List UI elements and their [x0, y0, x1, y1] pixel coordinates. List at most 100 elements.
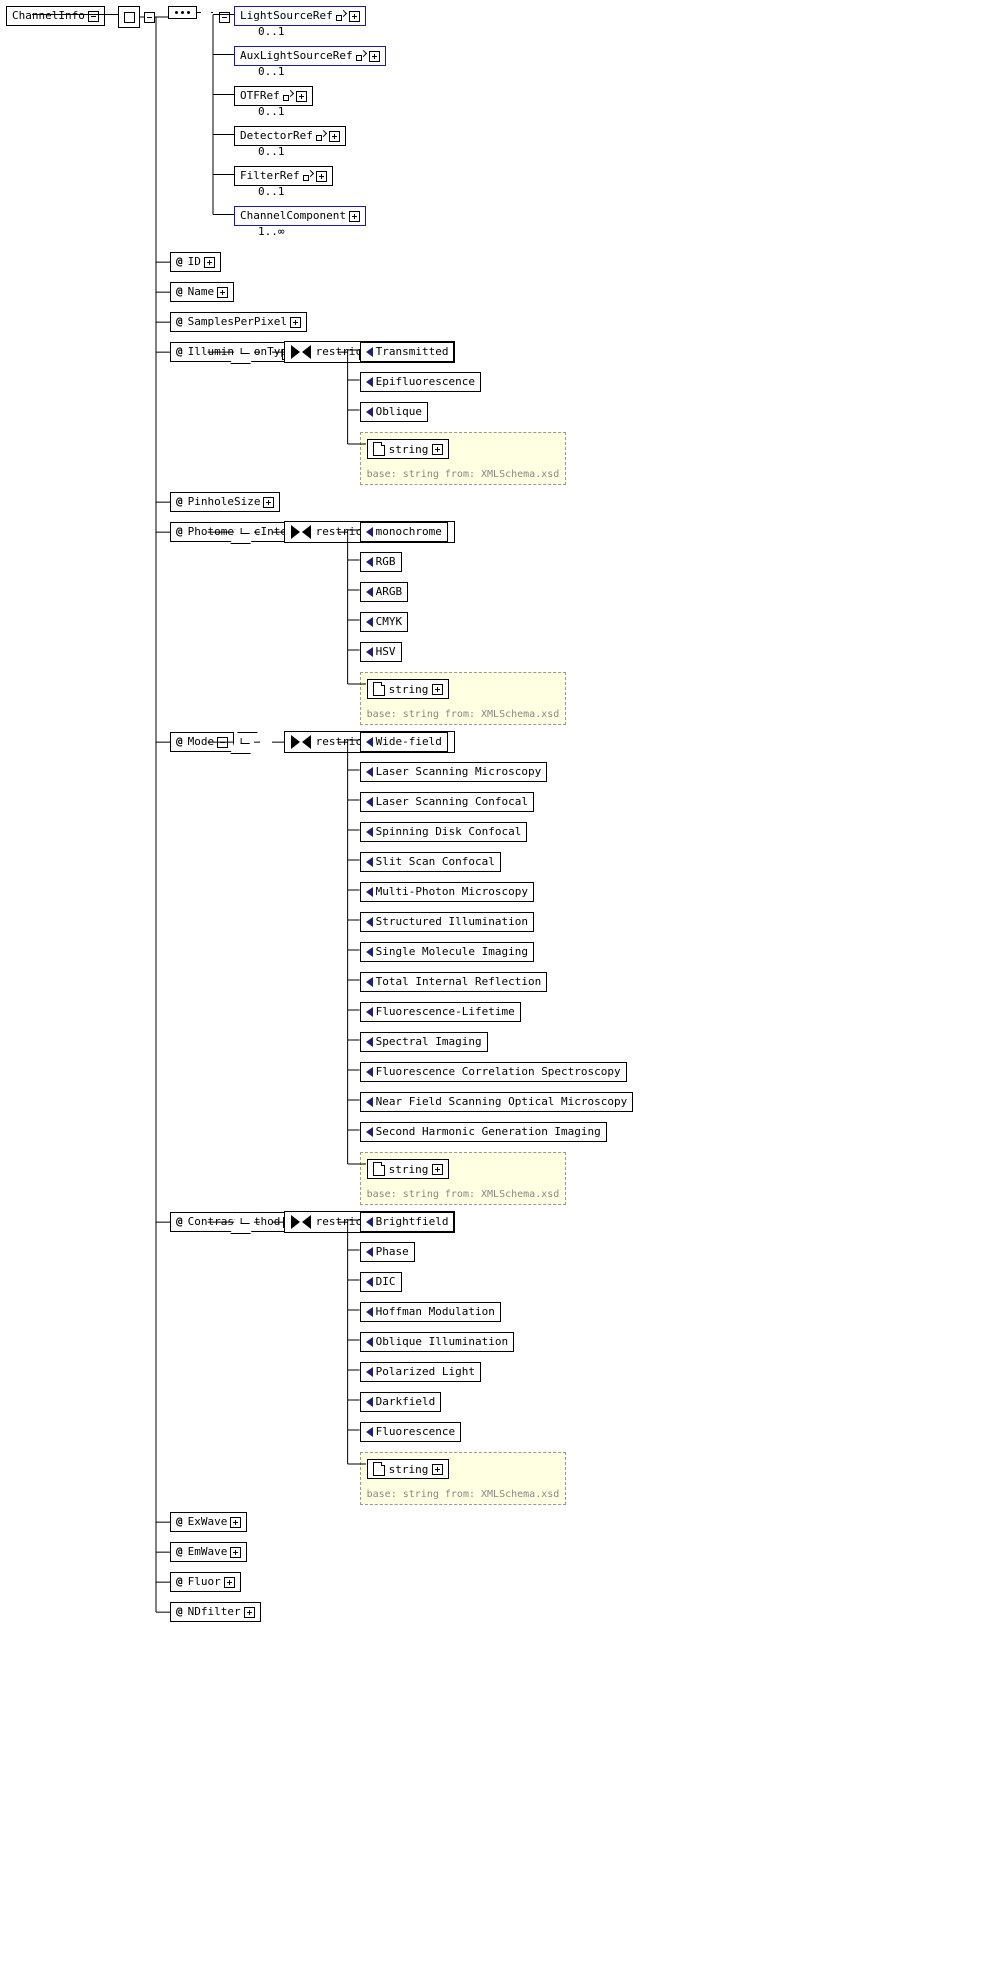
bowtie-icon	[291, 525, 311, 539]
attribute-label: SamplesPerPixel	[188, 315, 287, 329]
enum-label: Near Field Scanning Optical Microscopy	[376, 1095, 628, 1109]
root-element: ChannelInfo	[6, 6, 105, 26]
arrow-left-icon	[366, 557, 373, 567]
expand-icon	[217, 287, 228, 298]
arrow-left-icon	[366, 977, 373, 987]
enum-label: Fluorescence	[376, 1425, 455, 1439]
expand-icon	[244, 1607, 255, 1618]
enum-value: Second Harmonic Generation Imaging	[360, 1122, 607, 1142]
enum-value: Single Molecule Imaging	[360, 942, 534, 962]
base-type-footer: base: string from: XMLSchema.xsd	[367, 1189, 560, 1200]
enum-value: Structured Illumination	[360, 912, 534, 932]
expand-icon	[432, 444, 443, 455]
arrow-left-icon	[366, 647, 373, 657]
enum-label: Total Internal Reflection	[376, 975, 542, 989]
enum-label: Oblique Illumination	[376, 1335, 508, 1349]
attribute-label: ID	[188, 255, 201, 269]
collapse-icon	[88, 11, 99, 22]
enum-label: Spinning Disk Confocal	[376, 825, 522, 839]
base-type-box: string base: string from: XMLSchema.xsd	[360, 672, 567, 725]
cardinality-label: 0..1	[258, 145, 285, 158]
enum-label: Laser Scanning Confocal	[376, 795, 528, 809]
enum-label: Laser Scanning Microscopy	[376, 765, 542, 779]
reference-icon	[303, 171, 313, 181]
arrow-left-icon	[366, 527, 373, 537]
arrow-left-icon	[366, 947, 373, 957]
element-label: DetectorRef	[240, 129, 313, 143]
enum-value: Spinning Disk Confocal	[360, 822, 528, 842]
base-type-box: string base: string from: XMLSchema.xsd	[360, 1152, 567, 1205]
enum-value: Fluorescence-Lifetime	[360, 1002, 521, 1022]
arrow-left-icon	[366, 587, 373, 597]
enum-label: RGB	[376, 555, 396, 569]
arrow-left-icon	[366, 1367, 373, 1377]
child-element: ChannelComponent	[234, 206, 366, 226]
enum-value: Oblique	[360, 402, 428, 422]
enum-value: Wide-field	[360, 732, 448, 752]
base-type-box: string base: string from: XMLSchema.xsd	[360, 1452, 567, 1505]
expand-icon	[349, 211, 360, 222]
page-icon	[373, 1162, 385, 1176]
cardinality-label: 0..1	[258, 185, 285, 198]
string-type-label: string	[389, 443, 429, 456]
element-label: AuxLightSourceRef	[240, 49, 353, 63]
enum-value: Laser Scanning Microscopy	[360, 762, 548, 782]
page-icon	[373, 442, 385, 456]
expand-icon	[230, 1517, 241, 1528]
arrow-left-icon	[366, 377, 373, 387]
reference-icon	[336, 11, 346, 21]
page-icon	[373, 1462, 385, 1476]
enum-label: CMYK	[376, 615, 403, 629]
enum-value: CMYK	[360, 612, 409, 632]
enum-value: Hoffman Modulation	[360, 1302, 501, 1322]
expand-icon	[224, 1577, 235, 1588]
expand-icon	[263, 497, 274, 508]
arrow-left-icon	[366, 1097, 373, 1107]
attribute-label: ExWave	[188, 1515, 228, 1529]
expand-icon	[204, 257, 215, 268]
enum-label: Spectral Imaging	[376, 1035, 482, 1049]
collapse-icon	[219, 12, 230, 23]
enum-value: Transmitted	[360, 342, 455, 362]
expand-icon	[296, 91, 307, 102]
base-type-footer: base: string from: XMLSchema.xsd	[367, 1489, 560, 1500]
enum-value: Total Internal Reflection	[360, 972, 548, 992]
arrow-left-icon	[366, 1217, 373, 1227]
attribute-prefix-icon: @	[176, 1605, 185, 1619]
enum-value: Polarized Light	[360, 1362, 481, 1382]
enum-label: DIC	[376, 1275, 396, 1289]
cardinality-label: 0..1	[258, 65, 285, 78]
enum-label: Fluorescence-Lifetime	[376, 1005, 515, 1019]
arrow-left-icon	[366, 1427, 373, 1437]
string-type-label: string	[389, 683, 429, 696]
enum-value: Multi-Photon Microscopy	[360, 882, 534, 902]
arrow-left-icon	[366, 407, 373, 417]
attribute-prefix-icon: @	[176, 255, 185, 269]
attribute-prefix-icon: @	[176, 285, 185, 299]
attribute-fluor: @ Fluor	[170, 1572, 241, 1592]
enum-label: Wide-field	[376, 735, 442, 749]
expand-icon	[217, 737, 228, 748]
enum-value: DIC	[360, 1272, 402, 1292]
enum-value: Slit Scan Confocal	[360, 852, 501, 872]
root-label: ChannelInfo	[12, 9, 85, 23]
enum-value: HSV	[360, 642, 402, 662]
enum-value: monochrome	[360, 522, 448, 542]
attribute-prefix-icon: @	[176, 495, 185, 509]
enum-label: Darkfield	[376, 1395, 436, 1409]
attribute-label: Fluor	[188, 1575, 221, 1589]
expand-icon	[290, 317, 301, 328]
attribute-label: PinholeSize	[188, 495, 261, 509]
enum-value: RGB	[360, 552, 402, 572]
arrow-left-icon	[366, 1337, 373, 1347]
enum-value: Spectral Imaging	[360, 1032, 488, 1052]
attribute-name: @ Name	[170, 282, 234, 302]
element-label: OTFRef	[240, 89, 280, 103]
enum-label: Transmitted	[376, 345, 449, 359]
child-element: AuxLightSourceRef	[234, 46, 386, 66]
expand-icon	[432, 1464, 443, 1475]
attribute-label: NDfilter	[188, 1605, 241, 1619]
enum-label: Polarized Light	[376, 1365, 475, 1379]
cardinality-label: 0..1	[258, 105, 285, 118]
arrow-left-icon	[366, 917, 373, 927]
